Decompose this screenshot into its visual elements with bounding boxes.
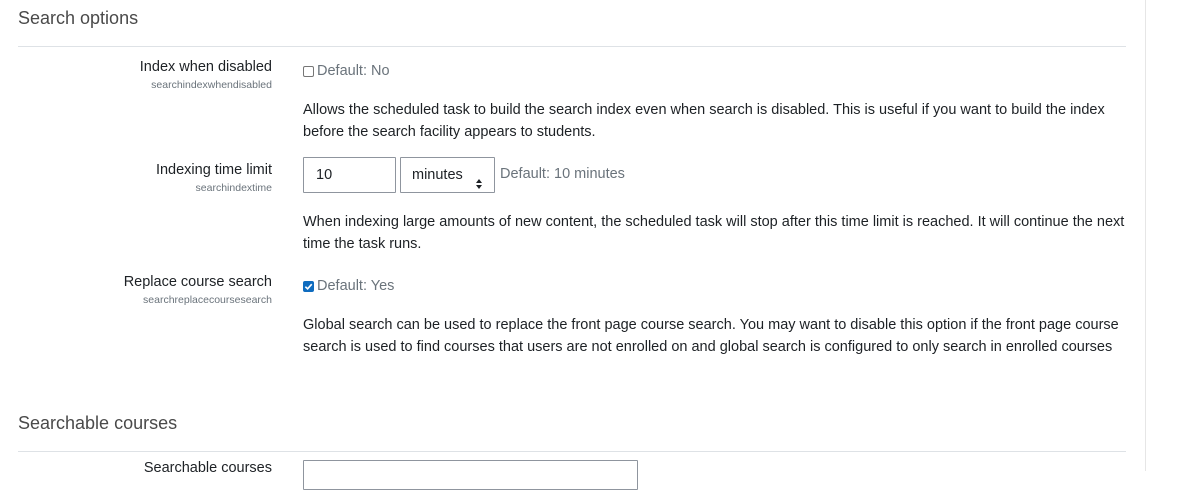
indexing-time-limit-default: Default: 10 minutes bbox=[500, 166, 625, 182]
section-title-searchable-courses: Searchable courses bbox=[18, 413, 178, 433]
setting-key-index-when-disabled: searchindexwhendisabled bbox=[151, 79, 272, 91]
section-title-search-options: Search options bbox=[18, 8, 139, 28]
select-arrows-icon bbox=[475, 169, 483, 189]
page-right-border bbox=[1145, 0, 1146, 471]
searchable-courses-input[interactable] bbox=[303, 460, 638, 490]
replace-course-search-checkbox[interactable] bbox=[303, 280, 314, 292]
replace-course-search-description: Global search can be used to replace the… bbox=[303, 317, 1119, 355]
section-divider bbox=[18, 451, 1126, 452]
setting-label-searchable-courses: Searchable courses bbox=[143, 460, 272, 476]
index-when-disabled-checkbox[interactable] bbox=[303, 65, 314, 77]
index-when-disabled-description: Allows the scheduled task to build the s… bbox=[303, 102, 1105, 140]
section-divider bbox=[18, 46, 1126, 47]
replace-course-search-checkbox-row[interactable]: Default: Yes bbox=[303, 278, 394, 294]
setting-label-indexing-time-limit: Indexing time limit bbox=[155, 162, 272, 178]
index-when-disabled-default: Default: No bbox=[317, 63, 390, 79]
indexing-time-limit-description: When indexing large amounts of new conte… bbox=[303, 214, 1125, 252]
setting-key-indexing-time-limit: searchindextime bbox=[195, 182, 272, 194]
indexing-time-unit-value: minutes bbox=[412, 167, 463, 183]
setting-label-index-when-disabled: Index when disabled bbox=[139, 59, 272, 75]
indexing-time-unit-select[interactable]: minutes bbox=[400, 157, 495, 193]
indexing-time-limit-input[interactable]: 10 bbox=[303, 157, 396, 193]
setting-label-replace-course-search: Replace course search bbox=[123, 274, 272, 290]
replace-course-search-default: Default: Yes bbox=[317, 278, 395, 294]
setting-key-replace-course-search: searchreplacecoursesearch bbox=[143, 294, 272, 306]
index-when-disabled-checkbox-row[interactable]: Default: No bbox=[303, 63, 390, 79]
